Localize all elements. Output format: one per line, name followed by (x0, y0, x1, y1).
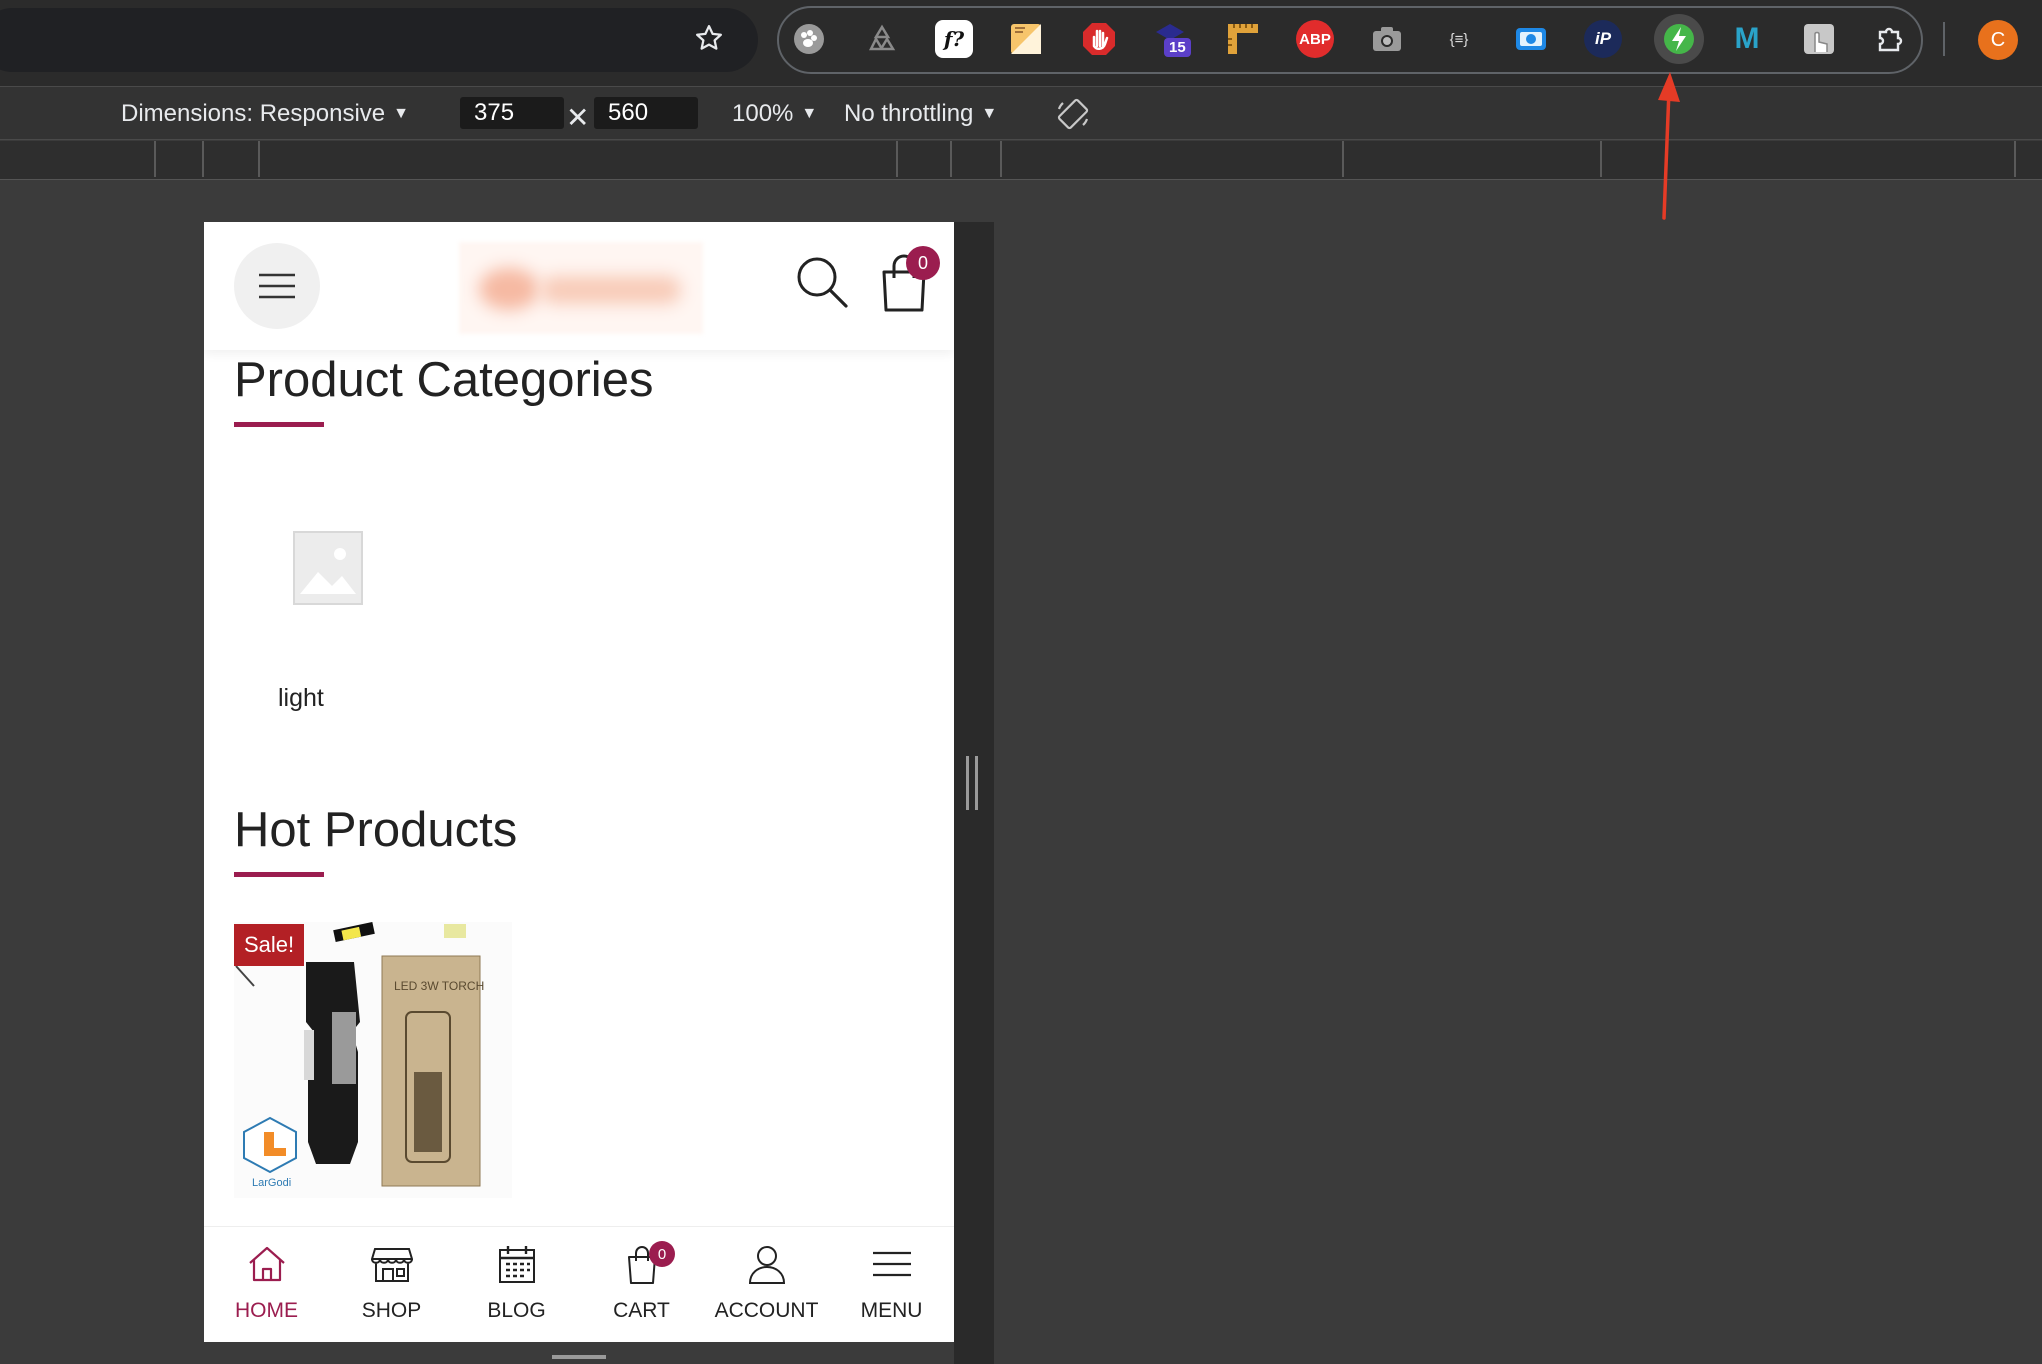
nav-cart-count-badge: 0 (649, 1241, 675, 1267)
recycle-extension-icon[interactable] (863, 20, 901, 58)
header-cart-count-badge: 0 (906, 246, 940, 280)
touch-extension-icon[interactable] (1800, 20, 1838, 58)
font-identify-label: f? (943, 27, 965, 51)
address-bar[interactable] (0, 8, 758, 72)
site-logo[interactable] (459, 242, 703, 334)
device-toolbar: Dimensions: Responsive ▼ 375 ✕ 560 100% ▼ … (0, 86, 2042, 140)
dropdown-caret-icon: ▼ (393, 105, 409, 122)
site-header: 0 (204, 222, 954, 350)
dropdown-caret-icon: ▼ (801, 105, 818, 122)
dimensions-label: Dimensions: Responsive (121, 100, 386, 127)
category-placeholder-image[interactable] (292, 530, 364, 606)
ip-label: iP (1594, 29, 1612, 48)
nav-cart-label: CART (613, 1299, 670, 1322)
mobile-viewport: 0 Product Categories light Hot Products … (204, 222, 954, 1342)
screenshot-extension-icon[interactable] (1368, 20, 1406, 58)
nav-blog[interactable]: BLOG (454, 1227, 579, 1342)
m-extension-icon[interactable]: M (1728, 20, 1766, 58)
product-categories-title: Product Categories (234, 353, 654, 407)
ip-extension-icon[interactable]: iP (1584, 20, 1622, 58)
paw-extension-icon[interactable] (790, 20, 828, 58)
tab-counter-extension-icon[interactable]: 15 (1152, 20, 1191, 58)
user-icon (748, 1246, 786, 1284)
hamburger-icon (873, 1251, 911, 1277)
rotate-icon[interactable] (1054, 95, 1092, 141)
speed-extension-icon[interactable] (1654, 14, 1704, 64)
sale-badge: Sale! (234, 924, 305, 966)
nav-account-label: ACCOUNT (714, 1299, 819, 1322)
width-input[interactable]: 375 (460, 97, 564, 129)
viewport-resize-handle[interactable] (966, 756, 978, 810)
toolbar-separator (1943, 22, 1945, 56)
screen-record-extension-icon[interactable] (1512, 20, 1550, 58)
product-logo-text: LarGodi (252, 1177, 291, 1189)
hamburger-icon (259, 273, 295, 299)
nav-blog-label: BLOG (487, 1299, 546, 1322)
search-button[interactable] (792, 252, 852, 312)
times-icon: ✕ (566, 102, 590, 133)
notes-extension-icon[interactable] (1007, 20, 1045, 58)
nav-menu[interactable]: MENU (829, 1227, 954, 1342)
tab-counter-badge: 15 (1164, 38, 1191, 57)
title-underline (234, 872, 324, 877)
puzzle-extensions-icon[interactable] (1872, 20, 1910, 58)
home-icon (249, 1246, 285, 1282)
profile-avatar[interactable]: C (1978, 20, 2018, 60)
title-underline (234, 422, 324, 427)
json-extension-icon[interactable]: {≡} (1440, 20, 1478, 58)
nav-shop-label: SHOP (361, 1299, 422, 1322)
hamburger-menu-button[interactable] (234, 243, 320, 329)
dimensions-dropdown[interactable]: Dimensions: Responsive ▼ (121, 99, 409, 129)
browser-toolbar: f? 15 ABP {≡} iP M C (0, 0, 2042, 86)
json-label: {≡} (1449, 30, 1469, 48)
dropdown-caret-icon: ▼ (981, 105, 998, 122)
throttling-dropdown[interactable]: No throttling ▼ (844, 99, 997, 129)
search-icon (797, 257, 848, 308)
nav-cart[interactable]: 0 CART (579, 1227, 704, 1342)
zoom-dropdown[interactable]: 100% ▼ (732, 99, 817, 129)
annotation-arrow (1658, 72, 1680, 220)
stop-hand-extension-icon[interactable] (1080, 20, 1118, 58)
nav-account[interactable]: ACCOUNT (704, 1227, 829, 1342)
height-input[interactable]: 560 (594, 97, 698, 129)
viewport-bottom-resize-handle[interactable] (552, 1355, 606, 1359)
shop-icon (371, 1248, 413, 1282)
image-placeholder-icon (293, 531, 363, 605)
font-identify-extension-icon[interactable]: f? (935, 20, 973, 58)
adblock-extension-icon[interactable]: ABP (1296, 20, 1334, 58)
product-box-text: LED 3W TORCH (394, 979, 484, 993)
media-query-ruler[interactable] (0, 141, 2042, 180)
hot-products-title: Hot Products (234, 803, 518, 857)
throttling-label: No throttling (844, 100, 974, 127)
calendar-icon (499, 1246, 535, 1283)
category-link-light[interactable]: light (278, 684, 324, 713)
nav-shop[interactable]: SHOP (329, 1227, 454, 1342)
adblock-label: ABP (1299, 30, 1331, 48)
bookmark-star-icon[interactable] (688, 17, 730, 59)
zoom-label: 100% (732, 100, 794, 127)
nav-home[interactable]: HOME (204, 1227, 329, 1342)
nav-home-label: HOME (235, 1299, 298, 1322)
mobile-bottom-nav: HOME SHOP BLOG 0 CART ACCOUNT MENU (204, 1226, 954, 1342)
m-label: M (1734, 22, 1760, 55)
ruler-extension-icon[interactable] (1224, 20, 1262, 58)
nav-menu-label: MENU (860, 1299, 923, 1322)
